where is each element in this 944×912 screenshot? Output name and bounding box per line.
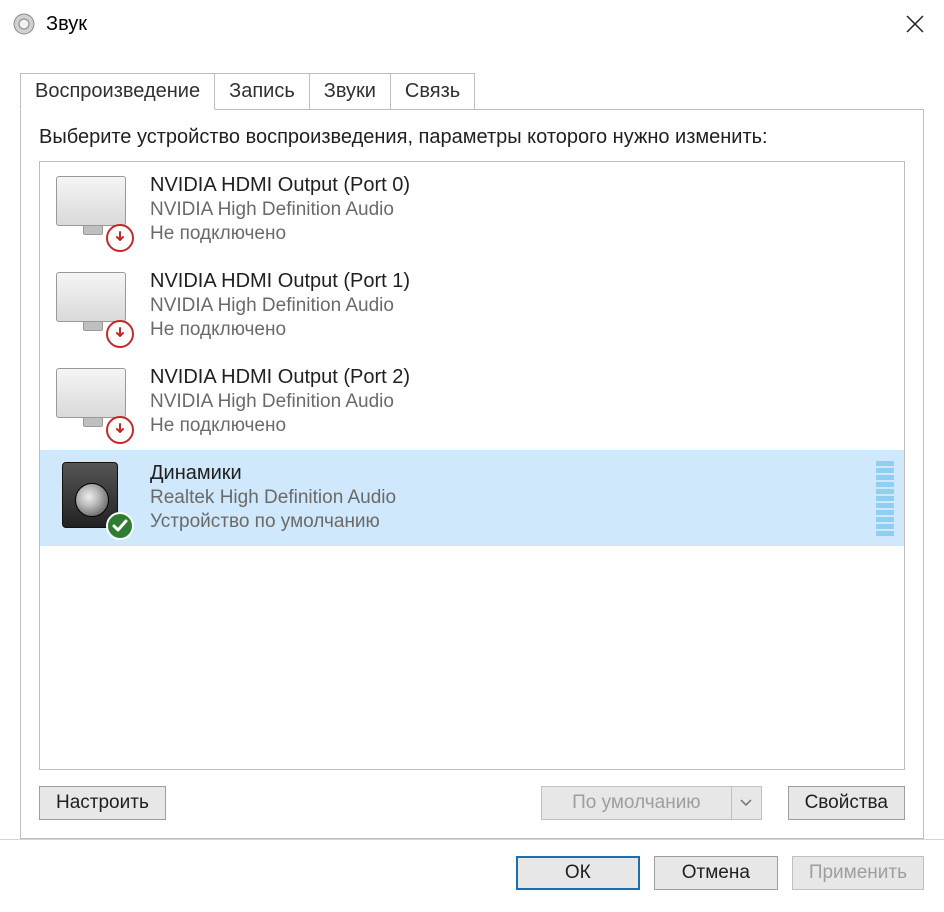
default-check-badge-icon [106,512,134,540]
device-desc: NVIDIA High Definition Audio [150,295,894,317]
device-name: NVIDIA HDMI Output (Port 1) [150,270,894,293]
device-name: NVIDIA HDMI Output (Port 0) [150,174,894,197]
sound-app-icon [10,10,38,38]
close-button[interactable] [892,1,938,47]
playback-tab-panel: Выберите устройство воспроизведения, пар… [20,109,924,839]
device-text: NVIDIA HDMI Output (Port 1)NVIDIA High D… [150,268,894,341]
close-icon [906,15,924,33]
unplugged-badge-icon [106,224,134,252]
device-desc: NVIDIA High Definition Audio [150,391,894,413]
chevron-down-icon [731,787,761,819]
dialog-body: ВоспроизведениеЗаписьЗвукиСвязь Выберите… [0,48,944,839]
device-item[interactable]: NVIDIA HDMI Output (Port 0)NVIDIA High D… [40,162,904,258]
properties-button[interactable]: Свойства [788,786,905,820]
unplugged-badge-icon [106,320,134,348]
apply-button[interactable]: Применить [792,856,924,890]
ok-button[interactable]: ОК [516,856,640,890]
device-name: NVIDIA HDMI Output (Port 2) [150,366,894,389]
instruction-text: Выберите устройство воспроизведения, пар… [39,124,905,151]
titlebar: Звук [0,0,944,48]
tab-запись[interactable]: Запись [214,73,310,110]
set-default-label: По умолчанию [542,787,731,819]
window-title: Звук [46,13,87,36]
device-icon-wrap [54,460,130,536]
device-desc: NVIDIA High Definition Audio [150,199,894,221]
unplugged-badge-icon [106,416,134,444]
tab-связь[interactable]: Связь [390,73,475,110]
device-item[interactable]: ДинамикиRealtek High Definition AudioУст… [40,450,904,546]
device-name: Динамики [150,462,868,485]
set-default-dropdown[interactable]: По умолчанию [541,786,762,820]
tabstrip: ВоспроизведениеЗаписьЗвукиСвязь [20,72,924,109]
monitor-icon [56,368,126,418]
device-status: Не подключено [150,223,894,245]
configure-button[interactable]: Настроить [39,786,166,820]
device-icon-wrap [54,268,130,344]
device-status: Не подключено [150,415,894,437]
tab-звуки[interactable]: Звуки [309,73,391,110]
device-icon-wrap [54,364,130,440]
cancel-button[interactable]: Отмена [654,856,778,890]
device-status: Не подключено [150,319,894,341]
device-item[interactable]: NVIDIA HDMI Output (Port 2)NVIDIA High D… [40,354,904,450]
dialog-footer: ОК Отмена Применить [0,839,944,912]
device-status: Устройство по умолчанию [150,511,868,533]
panel-button-row: Настроить По умолчанию Свойства [39,786,905,820]
volume-level-meter [876,460,894,536]
monitor-icon [56,272,126,322]
sound-dialog: Звук ВоспроизведениеЗаписьЗвукиСвязь Выб… [0,0,944,912]
device-text: NVIDIA HDMI Output (Port 2)NVIDIA High D… [150,364,894,437]
tab-воспроизведение[interactable]: Воспроизведение [20,73,215,110]
monitor-icon [56,176,126,226]
device-text: ДинамикиRealtek High Definition AudioУст… [150,460,868,533]
device-icon-wrap [54,172,130,248]
device-item[interactable]: NVIDIA HDMI Output (Port 1)NVIDIA High D… [40,258,904,354]
device-desc: Realtek High Definition Audio [150,487,868,509]
device-text: NVIDIA HDMI Output (Port 0)NVIDIA High D… [150,172,894,245]
device-list[interactable]: NVIDIA HDMI Output (Port 0)NVIDIA High D… [39,161,905,770]
